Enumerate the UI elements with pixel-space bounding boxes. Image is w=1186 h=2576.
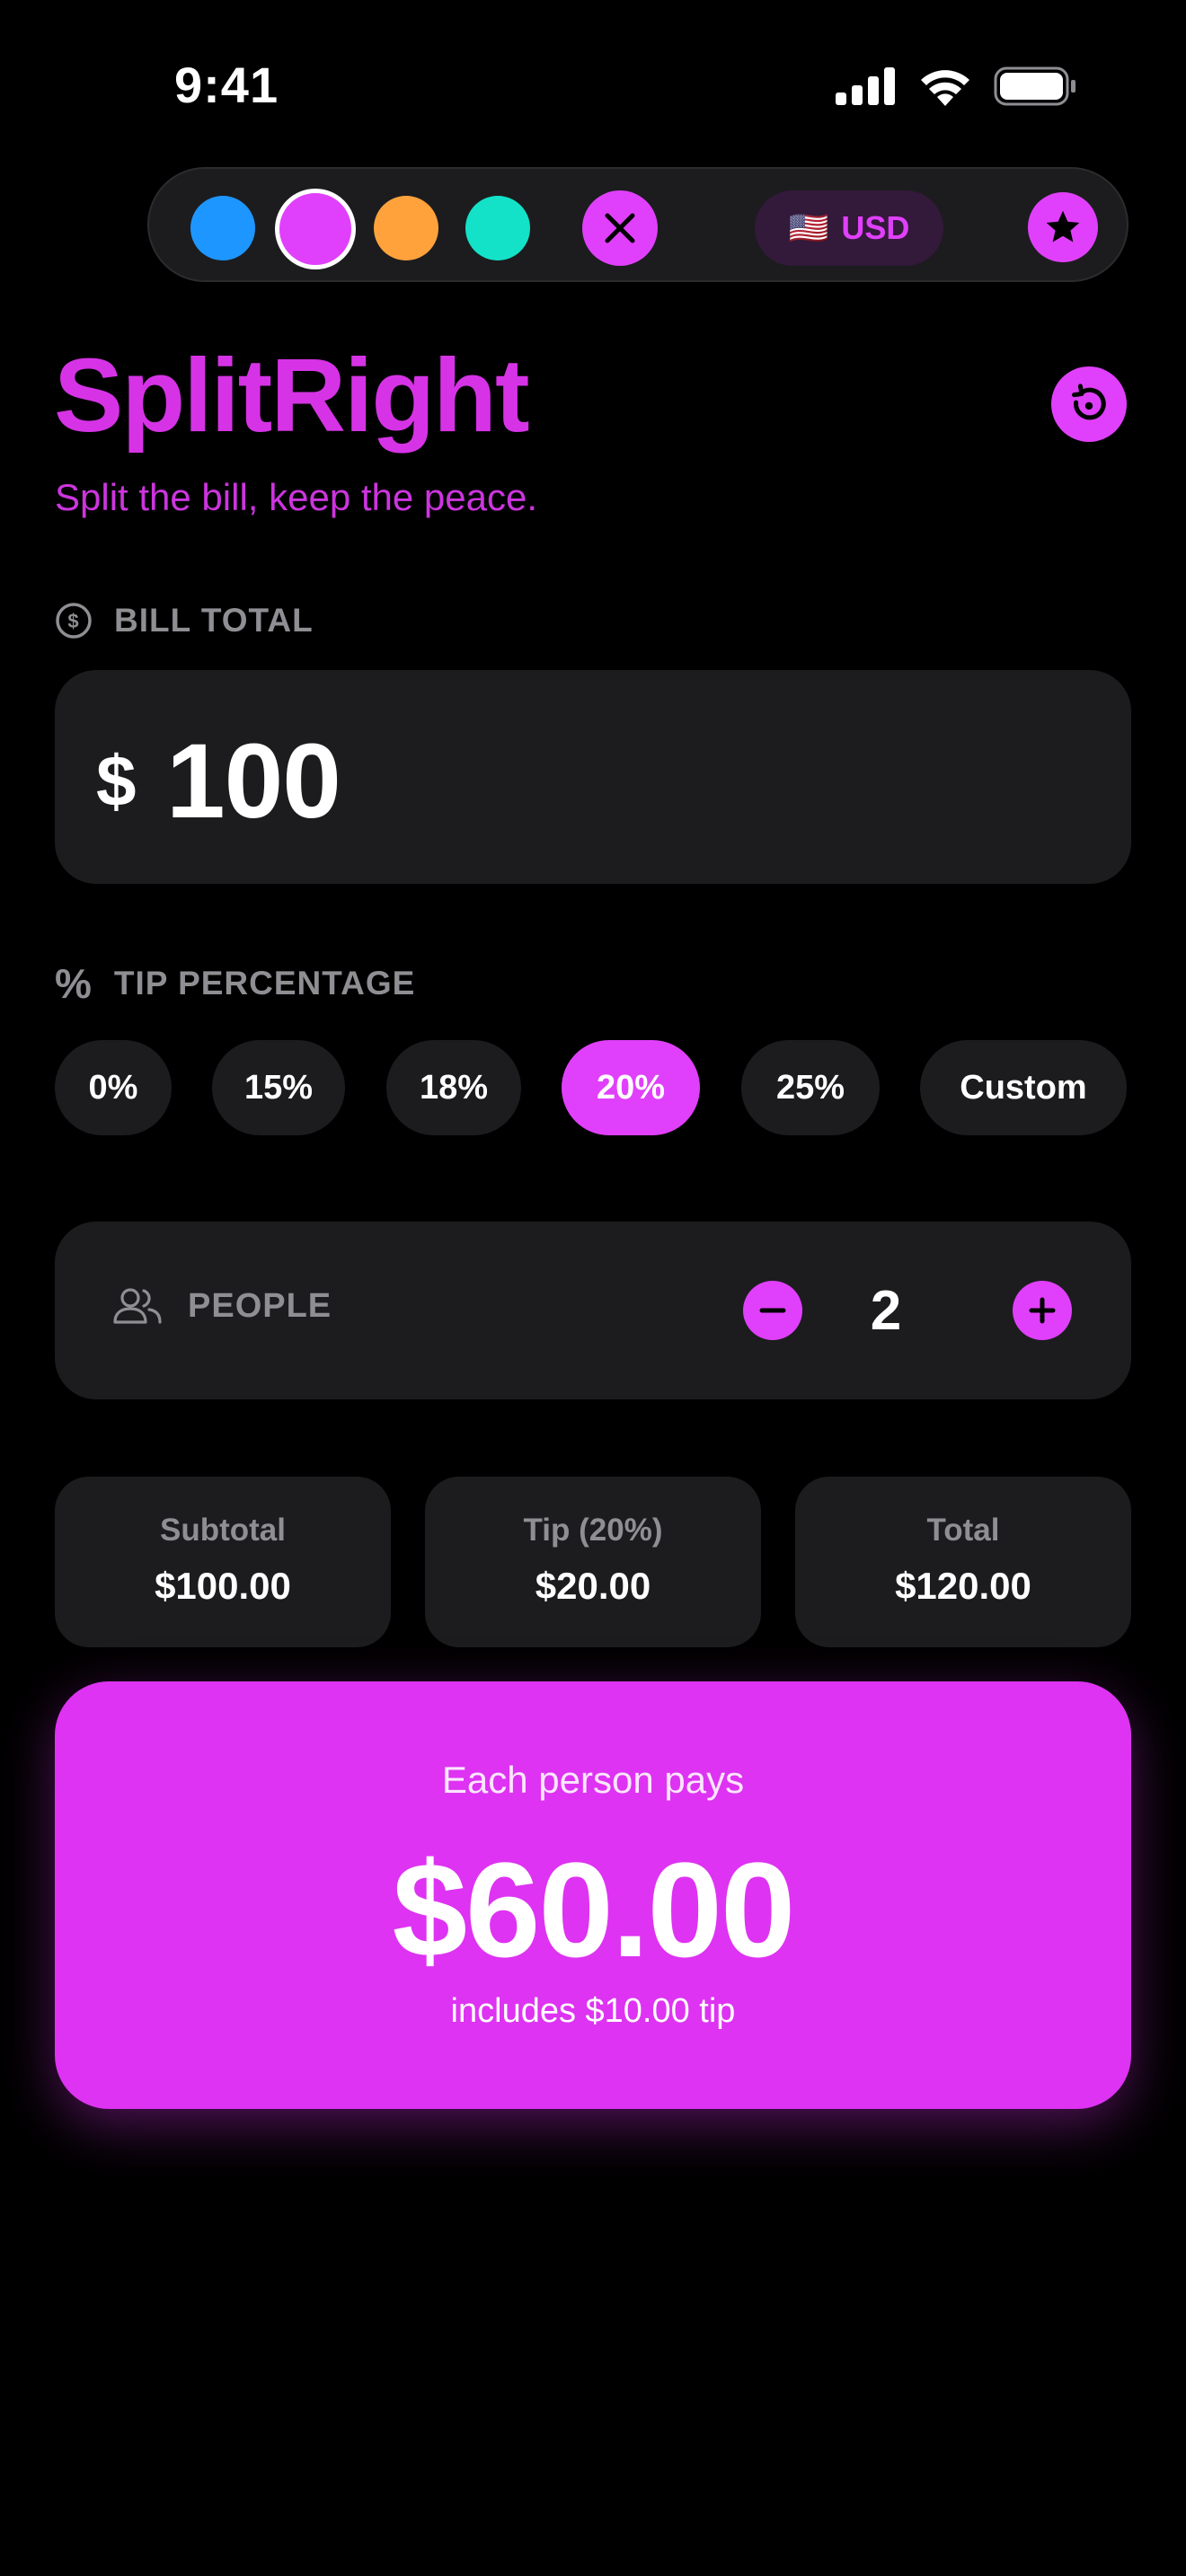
total-label: Total (926, 1513, 1000, 1548)
tip-option-25[interactable]: 25% (741, 1040, 880, 1135)
per-person-result-card: Each person pays $60.00 includes $10.00 … (55, 1681, 1131, 2109)
color-swatch-magenta[interactable] (275, 189, 356, 269)
result-label: Each person pays (441, 1759, 745, 1801)
star-icon (1046, 210, 1080, 243)
currency-code: USD (841, 209, 910, 246)
decrement-people-button[interactable] (743, 1281, 802, 1340)
color-swatch-blue[interactable] (190, 196, 255, 260)
color-swatch-orange[interactable] (374, 196, 438, 260)
reset-icon (1072, 384, 1106, 420)
subtotal-card: Subtotal $100.00 (55, 1477, 391, 1647)
tip-option-15[interactable]: 15% (212, 1040, 345, 1135)
subtotal-label: Subtotal (160, 1513, 286, 1548)
result-tip-note: includes $10.00 tip (450, 1992, 736, 2030)
tip-value: $20.00 (535, 1565, 651, 1607)
currency-symbol: $ (96, 741, 137, 821)
bill-total-label: $ BILL TOTAL (55, 602, 314, 640)
bill-amount-value: 100 (166, 722, 341, 841)
tip-card: Tip (20%) $20.00 (425, 1477, 761, 1647)
tip-option-custom[interactable]: Custom (920, 1040, 1127, 1135)
increment-people-button[interactable] (1013, 1281, 1072, 1340)
battery-icon (994, 66, 1075, 106)
status-icons (836, 66, 1076, 106)
tip-option-18[interactable]: 18% (386, 1040, 521, 1135)
theme-toolbar: 🇺🇸 USD (147, 167, 1128, 282)
close-button[interactable] (582, 190, 658, 266)
status-time: 9:41 (174, 57, 279, 113)
minus-icon (759, 1308, 786, 1313)
percent-icon: % (55, 960, 93, 1007)
subtotal-value: $100.00 (155, 1565, 291, 1607)
tip-option-0[interactable]: 0% (55, 1040, 172, 1135)
tip-option-20[interactable]: 20% (562, 1040, 700, 1135)
plus-icon (1029, 1297, 1056, 1324)
bill-total-text: BILL TOTAL (114, 602, 314, 639)
app-subtitle: Split the bill, keep the peace. (55, 476, 538, 518)
dollar-circle-icon: $ (56, 603, 92, 639)
people-count: 2 (870, 1280, 902, 1342)
people-label: PEOPLE (112, 1286, 332, 1326)
total-value: $120.00 (895, 1565, 1031, 1607)
flag-icon: 🇺🇸 (788, 209, 829, 246)
bill-input[interactable]: $ 100 (55, 670, 1131, 884)
people-label-text: PEOPLE (188, 1286, 332, 1325)
signal-icon (836, 67, 895, 105)
wifi-icon (921, 70, 969, 106)
close-icon (605, 213, 635, 243)
tip-label: Tip (20%) (523, 1513, 663, 1548)
people-icon (113, 1288, 162, 1324)
per-person-amount: $60.00 (392, 1834, 796, 1985)
people-stepper: PEOPLE 2 (55, 1222, 1131, 1399)
svg-text:$: $ (67, 610, 79, 632)
tip-percentage-label: % TIP PERCENTAGE (55, 959, 415, 1008)
favorite-button[interactable] (1028, 192, 1098, 262)
total-card: Total $120.00 (795, 1477, 1131, 1647)
color-swatch-teal[interactable] (465, 196, 530, 260)
app-title: SplitRight (54, 337, 530, 454)
currency-selector[interactable]: 🇺🇸 USD (755, 190, 943, 266)
tip-percentage-text: TIP PERCENTAGE (113, 965, 416, 1001)
reset-button[interactable] (1051, 366, 1127, 442)
